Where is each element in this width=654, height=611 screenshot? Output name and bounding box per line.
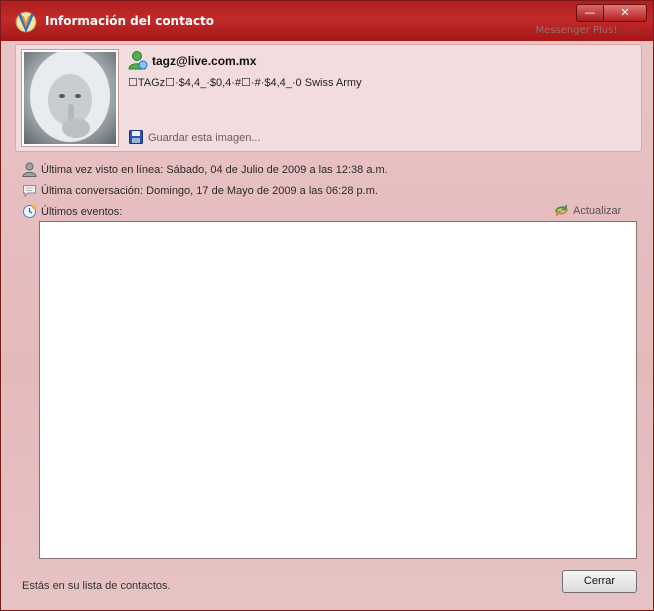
last-events-label: Últimos eventos: [41,206,123,218]
avatar [24,52,116,144]
close-window-button[interactable]: ✕ [603,4,647,22]
messenger-plus-icon [15,11,37,33]
refresh-arrows-icon [555,205,568,216]
contact-header-panel: tagz@live.com.mx ☐TAGz☐·$4,4_·$0,4·#☐·#·… [15,44,642,152]
chat-bubble-icon [23,185,36,198]
floppy-disk-icon[interactable] [129,130,143,144]
brand-label: Messenger Plus! Live [535,25,641,36]
avatar-frame [21,49,119,147]
last-seen-text: Última vez visto en línea: Sábado, 04 de… [41,164,388,176]
contact-email: tagz@live.com.mx [152,54,257,68]
save-image-link[interactable]: Guardar esta imagen... [148,132,261,144]
child-photo-icon [30,52,110,142]
events-list[interactable] [39,221,637,559]
contact-nickname: ☐TAGz☐·$4,4_·$0,4·#☐·#·$4,4_·0 Swiss Arm… [128,77,362,89]
close-button[interactable]: Cerrar [562,570,637,593]
window-title: Información del contacto [45,14,215,28]
minimize-button[interactable]: — [576,4,604,22]
contact-info-window: Información del contacto — ✕ Messenger P… [0,0,654,611]
user-online-icon [128,51,148,70]
refresh-label: Actualizar [573,205,622,217]
last-conversation-text: Última conversación: Domingo, 17 de Mayo… [41,185,378,197]
person-icon [22,162,37,177]
clock-icon [23,205,36,218]
status-text: Estás en su lista de contactos. [22,580,171,592]
